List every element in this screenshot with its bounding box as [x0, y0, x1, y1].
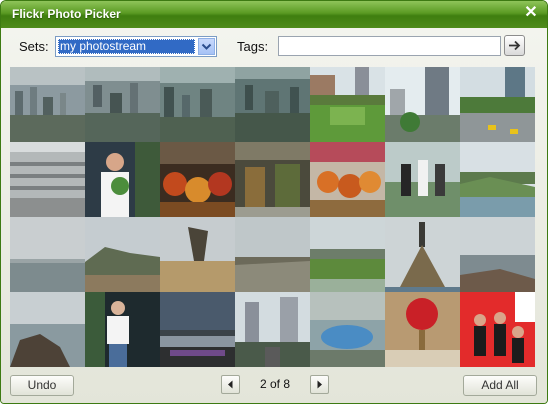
photo-thumbnail[interactable]: [460, 217, 535, 292]
title-bar[interactable]: Flickr Photo Picker ✕: [1, 1, 547, 28]
chevron-down-icon: [201, 43, 212, 50]
photo-thumbnail[interactable]: [460, 292, 535, 367]
bottom-bar: Undo 2 of 8 Add All: [1, 371, 547, 403]
picker-content: Sets: my photostream Tags: Undo 2 of 8 A…: [1, 28, 547, 403]
arrow-right-icon: [509, 40, 521, 51]
sets-label: Sets:: [19, 39, 49, 54]
photo-thumbnail[interactable]: [85, 217, 160, 292]
photo-thumbnail[interactable]: [10, 142, 85, 217]
photo-thumbnail[interactable]: [160, 217, 235, 292]
photo-thumbnail[interactable]: [235, 292, 310, 367]
photo-thumbnail[interactable]: [160, 142, 235, 217]
page-indicator: 2 of 8: [259, 377, 291, 391]
window-title: Flickr Photo Picker: [12, 7, 121, 21]
sets-dropdown[interactable]: my photostream: [55, 36, 217, 57]
photo-thumbnail[interactable]: [85, 67, 160, 142]
triangle-left-icon: [228, 380, 233, 389]
photo-thumbnail[interactable]: [10, 217, 85, 292]
tags-input[interactable]: [278, 36, 501, 56]
next-page-button[interactable]: [310, 375, 329, 394]
prev-page-button[interactable]: [221, 375, 240, 394]
photo-thumbnail[interactable]: [460, 67, 535, 142]
photo-thumbnail[interactable]: [310, 217, 385, 292]
photo-thumbnail[interactable]: [160, 67, 235, 142]
photo-thumbnail[interactable]: [385, 142, 460, 217]
close-icon: ✕: [524, 4, 538, 21]
photo-thumbnail[interactable]: [385, 292, 460, 367]
photo-thumbnail[interactable]: [10, 67, 85, 142]
close-button[interactable]: ✕: [523, 4, 539, 22]
add-all-button[interactable]: Add All: [463, 375, 537, 396]
photo-thumbnail[interactable]: [85, 142, 160, 217]
photo-thumbnail[interactable]: [85, 292, 160, 367]
photo-thumbnail[interactable]: [385, 67, 460, 142]
sets-dropdown-button[interactable]: [198, 38, 215, 55]
photo-thumbnail[interactable]: [235, 217, 310, 292]
photo-thumbnail[interactable]: [310, 142, 385, 217]
photo-thumbnail[interactable]: [160, 292, 235, 367]
tags-label: Tags:: [237, 39, 269, 54]
photo-thumbnail[interactable]: [310, 67, 385, 142]
photo-thumbnail[interactable]: [10, 292, 85, 367]
sets-selected-value: my photostream: [58, 39, 195, 54]
photo-thumbnail[interactable]: [385, 217, 460, 292]
photo-thumbnail[interactable]: [235, 142, 310, 217]
photo-thumbnail[interactable]: [310, 292, 385, 367]
undo-button[interactable]: Undo: [10, 375, 74, 396]
photo-thumbnail[interactable]: [460, 142, 535, 217]
triangle-right-icon: [317, 380, 322, 389]
photo-grid: [10, 67, 535, 367]
photo-thumbnail[interactable]: [235, 67, 310, 142]
tags-search-button[interactable]: [504, 35, 525, 56]
flickr-photo-picker-window: Flickr Photo Picker ✕ Sets: my photostre…: [0, 0, 548, 404]
